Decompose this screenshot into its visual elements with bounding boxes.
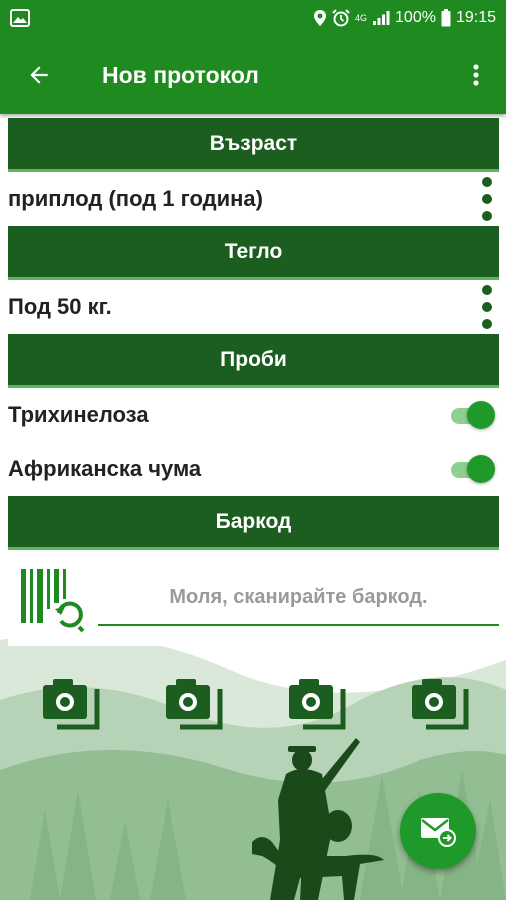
- dot-icon: [482, 177, 492, 187]
- camera-icon: [412, 679, 469, 730]
- signal-icon: [373, 11, 390, 25]
- trichinella-toggle[interactable]: [449, 400, 495, 430]
- gallery-notification-icon: [10, 9, 30, 27]
- dot-icon: [482, 285, 492, 295]
- weight-value: Под 50 кг.: [8, 294, 112, 319]
- send-mail-icon: [421, 818, 456, 847]
- sample-label: Трихинелоза: [8, 402, 149, 427]
- clock: 19:15: [455, 9, 496, 26]
- page-title: Нов протокол: [102, 61, 259, 88]
- section-header-weight: Тегло: [8, 226, 499, 280]
- sample-label: Африканска чума: [8, 456, 202, 481]
- dot-icon: [482, 211, 492, 221]
- age-options-button[interactable]: [475, 175, 499, 223]
- camera-icon: [166, 679, 223, 730]
- barcode-scan-icon: [21, 569, 85, 633]
- photo-button-4[interactable]: [410, 675, 470, 735]
- location-icon: [314, 10, 327, 26]
- photo-button-1[interactable]: [41, 675, 101, 735]
- barcode-row: Моля, сканирайте баркод.: [8, 550, 499, 646]
- battery-icon: [441, 9, 451, 27]
- section-header-age: Възраст: [8, 118, 499, 172]
- photo-button-3[interactable]: [287, 675, 347, 735]
- age-row[interactable]: приплод (под 1 година): [8, 172, 499, 226]
- photo-buttons: [0, 675, 506, 745]
- app-bar: Нов протокол: [0, 36, 506, 114]
- more-vert-icon: [473, 64, 479, 86]
- alarm-icon: [332, 9, 350, 27]
- battery-percent: 100%: [395, 9, 436, 26]
- network-type: 4G: [355, 12, 368, 23]
- send-protocol-button[interactable]: [400, 793, 476, 869]
- sample-row-african-swine-fever: Африканска чума: [8, 442, 499, 496]
- sample-row-trichinella: Трихинелоза: [8, 388, 499, 442]
- status-bar: 4G 100% 19:15: [0, 0, 506, 36]
- camera-icon: [43, 679, 100, 730]
- dot-icon: [482, 302, 492, 312]
- section-header-samples: Проби: [8, 334, 499, 388]
- section-header-barcode: Баркод: [8, 496, 499, 550]
- camera-icon: [289, 679, 346, 730]
- arrow-back-icon: [30, 66, 48, 84]
- scan-barcode-button[interactable]: [8, 554, 96, 642]
- weight-options-button[interactable]: [475, 283, 499, 331]
- overflow-menu-button[interactable]: [446, 36, 506, 114]
- back-button[interactable]: [0, 36, 78, 114]
- age-value: приплод (под 1 година): [8, 186, 263, 211]
- dot-icon: [482, 319, 492, 329]
- dot-icon: [482, 194, 492, 204]
- barcode-input[interactable]: Моля, сканирайте баркод.: [98, 570, 499, 626]
- photo-button-2[interactable]: [164, 675, 224, 735]
- african-swine-fever-toggle[interactable]: [449, 454, 495, 484]
- protocol-form: Възраст приплод (под 1 година) Тегло Под…: [8, 114, 499, 646]
- weight-row[interactable]: Под 50 кг.: [8, 280, 499, 334]
